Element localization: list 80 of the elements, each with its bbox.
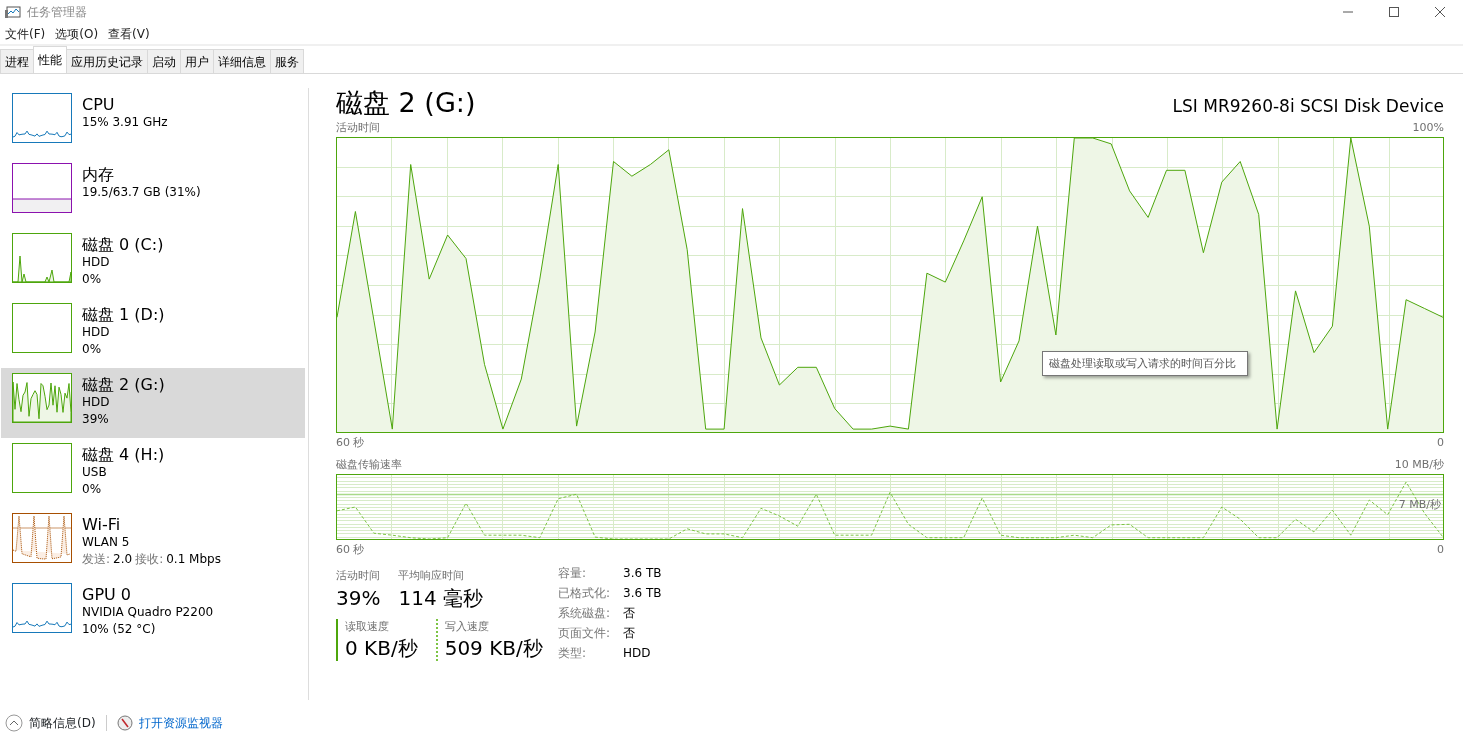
tab[interactable]: 启动 xyxy=(147,49,181,73)
device-name: LSI MR9260-8i SCSI Disk Device xyxy=(1172,94,1444,118)
property-value: 3.6 TB xyxy=(623,586,662,600)
sidebar-item[interactable]: 磁盘 4 (H:) USB 0% xyxy=(1,438,305,508)
scale-label: 7 MB/秒 xyxy=(1398,496,1441,513)
resource-monitor-link[interactable]: 打开资源监视器 xyxy=(138,714,223,732)
item-detail: 10% (52 °C) xyxy=(82,621,157,638)
property-value: 否 xyxy=(623,626,635,640)
menu-item[interactable]: 选项(O) xyxy=(50,25,104,43)
rate-label: 接收: xyxy=(135,551,164,568)
menu-item[interactable]: 文件(F) xyxy=(0,25,51,43)
maximize-icon xyxy=(1388,6,1400,18)
metric-label: 活动时间 xyxy=(336,568,381,584)
property-label: 已格式化: xyxy=(558,586,611,600)
tab[interactable]: 应用历史记录 xyxy=(66,49,148,73)
axis-label: 0 xyxy=(1437,541,1444,558)
axis-label: 60 秒 xyxy=(336,541,365,558)
item-detail: HDD xyxy=(82,254,111,271)
rate-label: 发送: xyxy=(82,551,111,568)
rate-value: 0.1 Mbps xyxy=(166,551,221,568)
item-title: 内存 xyxy=(82,165,115,184)
property-value: 3.6 TB xyxy=(623,566,662,580)
rate-value: 2.0 xyxy=(113,551,133,568)
metric-value: 114 毫秒 xyxy=(398,584,483,611)
item-detail: HDD xyxy=(82,394,111,411)
item-detail: HDD xyxy=(82,324,111,341)
summary-button[interactable]: 简略信息(D) xyxy=(5,714,96,732)
item-detail: 39% xyxy=(82,411,110,428)
menu-item[interactable]: 查看(V) xyxy=(103,25,155,43)
sidebar-item[interactable]: GPU 0 NVIDIA Quadro P2200 10% (52 °C) xyxy=(1,578,305,648)
tooltip: 磁盘处理读取或写入请求的时间百分比 xyxy=(1042,350,1248,376)
metric-label: 写入速度 xyxy=(444,618,490,635)
chevron-up-icon xyxy=(5,714,23,732)
sidebar-item[interactable]: 磁盘 2 (G:) HDD 39% xyxy=(1,368,305,438)
disk-title: 磁盘 2 (G:) xyxy=(336,86,476,120)
property-label: 页面文件: xyxy=(558,626,611,640)
item-title: 磁盘 1 (D:) xyxy=(82,305,165,324)
item-detail: USB xyxy=(82,464,108,481)
item-title: 磁盘 4 (H:) xyxy=(82,445,165,464)
property-label: 类型: xyxy=(558,646,587,660)
axis-label: 100% xyxy=(1412,120,1444,136)
metric-label: 读取速度 xyxy=(345,618,390,635)
item-title: 磁盘 2 (G:) xyxy=(82,375,165,394)
metric-value: 0 KB/秒 xyxy=(345,635,418,661)
item-title: GPU 0 xyxy=(82,585,133,604)
item-detail: NVIDIA Quadro P2200 xyxy=(82,604,214,621)
chart-title: 活动时间 xyxy=(336,120,380,136)
metric-value: 509 KB/秒 xyxy=(444,635,543,661)
sidebar-item[interactable]: 磁盘 0 (C:) HDD 0% xyxy=(1,228,305,298)
axis-label: 60 秒 xyxy=(336,434,365,451)
item-detail: 19.5/63.7 GB (31%) xyxy=(82,184,201,201)
metric-value: 39% xyxy=(336,584,381,611)
sidebar-item[interactable]: Wi-Fi WLAN 5 发送: 2.0 接收: 0.1 Mbps xyxy=(1,508,305,578)
property-value: HDD xyxy=(623,646,651,660)
tab[interactable]: 进程 xyxy=(0,49,34,73)
property-value: 否 xyxy=(623,606,635,620)
chart-title: 磁盘传输速率 xyxy=(336,457,402,473)
sidebar-item[interactable]: CPU 15% 3.91 GHz xyxy=(1,88,305,158)
tab[interactable]: 服务 xyxy=(270,49,304,73)
axis-label: 10 MB/秒 xyxy=(1394,457,1444,473)
app-icon xyxy=(5,4,21,20)
item-detail: 0% xyxy=(82,271,103,288)
gauge-icon xyxy=(116,715,133,731)
item-title: CPU xyxy=(82,95,116,114)
sidebar-item[interactable]: 磁盘 1 (D:) HDD 0% xyxy=(1,298,305,368)
item-detail: 0% xyxy=(82,481,103,498)
sidebar-item[interactable]: 内存 19.5/63.7 GB (31%) xyxy=(1,158,305,228)
item-title: Wi-Fi xyxy=(82,515,122,534)
tab[interactable]: 详细信息 xyxy=(213,49,271,73)
property-label: 系统磁盘: xyxy=(558,606,611,620)
window-title: 任务管理器 xyxy=(27,4,87,21)
property-label: 容量: xyxy=(558,566,587,580)
item-title: 磁盘 0 (C:) xyxy=(82,235,164,254)
axis-label: 0 xyxy=(1437,434,1444,451)
item-detail: 15% 3.91 GHz xyxy=(82,114,168,131)
item-detail: 0% xyxy=(82,341,103,358)
metric-label: 平均响应时间 xyxy=(398,568,466,584)
close-icon xyxy=(1434,6,1446,18)
tab[interactable]: 用户 xyxy=(180,49,214,73)
item-detail: WLAN 5 xyxy=(82,534,131,551)
